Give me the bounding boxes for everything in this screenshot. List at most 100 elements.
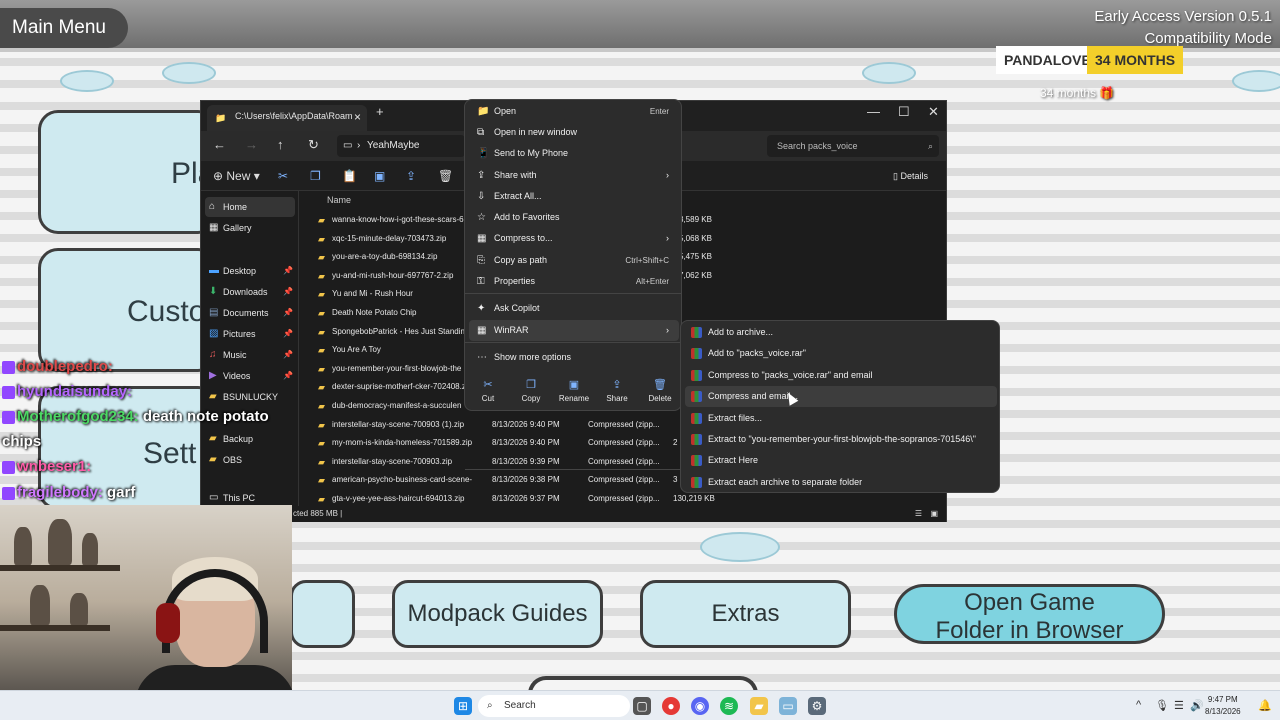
settings-gear-icon[interactable]: ⚙	[808, 697, 826, 715]
bottom-left-button[interactable]	[290, 580, 355, 648]
app-window-icon[interactable]: ▭	[779, 697, 797, 715]
sidebar-item-downloads[interactable]: ⬇ Downloads 📌	[205, 282, 295, 302]
sidebar-item-obs[interactable]: ▰ OBS	[205, 450, 295, 470]
new-tab-icon[interactable]: +	[376, 104, 384, 119]
winrar-item[interactable]: Add to "packs_voice.rar"	[685, 343, 997, 364]
open-game-folder-button[interactable]: Open Game Folder in Browser	[894, 584, 1165, 644]
sidebar-item-home[interactable]: ⌂ Home	[205, 197, 295, 217]
main-menu-tab[interactable]: Main Menu	[0, 8, 128, 48]
microphone-icon[interactable]: 🎙	[1155, 699, 1169, 712]
winrar-item[interactable]: Extract files...	[685, 408, 997, 429]
menu-item-label: Properties	[494, 276, 536, 286]
sidebar-item-documents[interactable]: ▤ Documents 📌	[205, 303, 295, 323]
explorer-tab[interactable]: 📁 C:\Users\felix\AppData\Roam ×	[207, 105, 367, 131]
menu-item-send-to-my-phone[interactable]: 📱 Send to My Phone	[469, 143, 679, 164]
status-text: cted 885 MB |	[293, 509, 343, 518]
close-tab-icon[interactable]: ×	[354, 110, 361, 124]
menu-item-add-to-favorites[interactable]: ☆ Add to Favorites	[469, 207, 679, 228]
menu-item-open-in-new-window[interactable]: ⧉ Open in new window	[469, 122, 679, 143]
network-icon[interactable]: ☰	[1174, 699, 1184, 712]
menu-item-extract-all[interactable]: ⇩ Extract All...	[469, 186, 679, 207]
winrar-icon	[691, 476, 702, 488]
game-top-bar	[0, 0, 1280, 52]
extras-button[interactable]: Extras	[640, 580, 851, 648]
file-name: SpongebobPatrick - Hes Just Standing	[332, 327, 470, 336]
file-icon: ▰	[318, 382, 325, 392]
quick-action-delete[interactable]: 🗑 Delete	[640, 378, 680, 403]
winrar-item-label: Compress to "packs_voice.rar" and email	[708, 369, 873, 380]
custom-button[interactable]: Custo	[38, 248, 218, 372]
menu-item-compress-to[interactable]: ▦ Compress to... ›	[469, 228, 679, 249]
back-icon[interactable]: ←	[213, 137, 226, 152]
notification-bell-icon[interactable]: 🔔	[1258, 699, 1272, 712]
discord-icon[interactable]: ◉	[691, 697, 709, 715]
shelf	[0, 565, 120, 571]
file-row[interactable]: ▰ american-psycho-business-card-scene-6 8/…	[313, 471, 713, 489]
search-input[interactable]: Search packs_voice ⌕	[767, 135, 939, 157]
maximize-icon[interactable]: ☐	[898, 104, 910, 120]
file-icon: ▰	[318, 308, 325, 318]
chevron-up-icon[interactable]: ^	[1136, 699, 1141, 711]
new-button[interactable]: ⊕ New ▾	[213, 169, 260, 183]
winrar-item-label: Add to archive...	[708, 327, 774, 337]
menu-item-shortcut: Enter	[649, 107, 669, 116]
delete-icon[interactable]: 🗑	[438, 169, 453, 183]
volume-icon[interactable]: 🔊	[1190, 699, 1204, 712]
menu-item-share-with[interactable]: ⇪ Share with ›	[469, 165, 679, 186]
menu-item-copy-as-path[interactable]: ⎘ Copy as path Ctrl+Shift+C	[469, 250, 679, 271]
winrar-item[interactable]: Extract Here	[685, 450, 997, 471]
breadcrumb[interactable]: ▭ › YeahMaybe	[337, 135, 465, 157]
share-icon[interactable]: ⇪	[406, 169, 416, 183]
details-button[interactable]: ▯ Details	[893, 171, 928, 182]
winrar-item[interactable]: Add to archive...	[685, 322, 997, 343]
sidebar-item-bsunlucky[interactable]: ▰ BSUNLUCKY	[205, 387, 295, 407]
quick-action-cut[interactable]: ✂ Cut	[468, 378, 508, 403]
file-row[interactable]: ▰ interstellar-stay-scene-700903 (1).zip 8…	[313, 416, 713, 434]
chat-user: fragilebody:	[17, 484, 103, 501]
menu-item-ask-copilot[interactable]: ✦ Ask Copilot	[469, 298, 679, 319]
list-view-icon[interactable]: ☰	[915, 506, 922, 522]
winrar-item[interactable]: Compress and email...	[685, 386, 997, 408]
tile-view-icon[interactable]: ▣	[930, 506, 938, 522]
task-view-icon[interactable]: ▢	[633, 697, 651, 715]
copy-icon[interactable]: ❐	[310, 169, 321, 183]
sidebar-item-music[interactable]: ♫ Music 📌	[205, 345, 295, 365]
taskbar-search[interactable]: ⌕ Search	[478, 695, 630, 717]
menu-item-label: Compress to...	[494, 233, 553, 243]
winrar-item[interactable]: Extract each archive to separate folder	[685, 472, 997, 493]
play-button[interactable]: Pla	[38, 110, 218, 234]
close-window-icon[interactable]: ✕	[928, 104, 939, 120]
menu-item-open[interactable]: 📁 Open Enter	[469, 101, 679, 122]
sidebar-item-pictures[interactable]: ▨ Pictures 📌	[205, 324, 295, 344]
column-header-name[interactable]: Name	[327, 195, 351, 205]
winrar-item[interactable]: Extract to "you-remember-your-first-blow…	[685, 429, 997, 450]
sidebar-item-videos[interactable]: ▶ Videos 📌	[205, 366, 295, 386]
paste-icon[interactable]: 📋	[342, 169, 357, 183]
cut-icon[interactable]: ✂	[278, 169, 288, 183]
taskbar-clock[interactable]: 9:47 PM 8/13/2026	[1205, 694, 1241, 718]
menu-item-properties[interactable]: ⚿ Properties Alt+Enter	[469, 271, 679, 292]
chrome-icon[interactable]: ●	[662, 697, 680, 715]
file-row[interactable]: ▰ my-mom-is-kinda-homeless-701589.zip 8/13…	[313, 434, 713, 452]
sidebar-item-gallery[interactable]: ▦ Gallery	[205, 218, 295, 238]
start-icon[interactable]: ⊞	[454, 697, 472, 715]
sidebar-item-backup[interactable]: ▰ Backup	[205, 429, 295, 449]
modpack-guides-button[interactable]: Modpack Guides	[392, 580, 603, 648]
menu-item-label: Add to Favorites	[494, 212, 560, 222]
quick-action-copy[interactable]: ❐ Copy	[511, 378, 551, 403]
refresh-icon[interactable]: ↻	[308, 137, 319, 153]
forward-icon[interactable]: →	[245, 137, 258, 152]
quick-action-share[interactable]: ⇪ Share	[597, 378, 637, 403]
sidebar-item-desktop[interactable]: ▬ Desktop 📌	[205, 261, 295, 281]
spotify-icon[interactable]: ≋	[720, 697, 738, 715]
rename-icon[interactable]: ▣	[374, 169, 385, 183]
menu-item-show-more-options[interactable]: ⋯ Show more options	[469, 347, 679, 368]
quick-action-rename[interactable]: ▣ Rename	[554, 378, 594, 403]
minimize-icon[interactable]: —	[867, 104, 880, 119]
taskbar-search-label: Search	[504, 700, 536, 711]
winrar-item[interactable]: Compress to "packs_voice.rar" and email	[685, 365, 997, 386]
menu-item-winrar[interactable]: ▦ WinRAR ›	[469, 320, 679, 341]
file-explorer-icon[interactable]: ▰	[750, 697, 768, 715]
winrar-icon	[691, 369, 702, 381]
up-icon[interactable]: ↑	[277, 137, 284, 152]
